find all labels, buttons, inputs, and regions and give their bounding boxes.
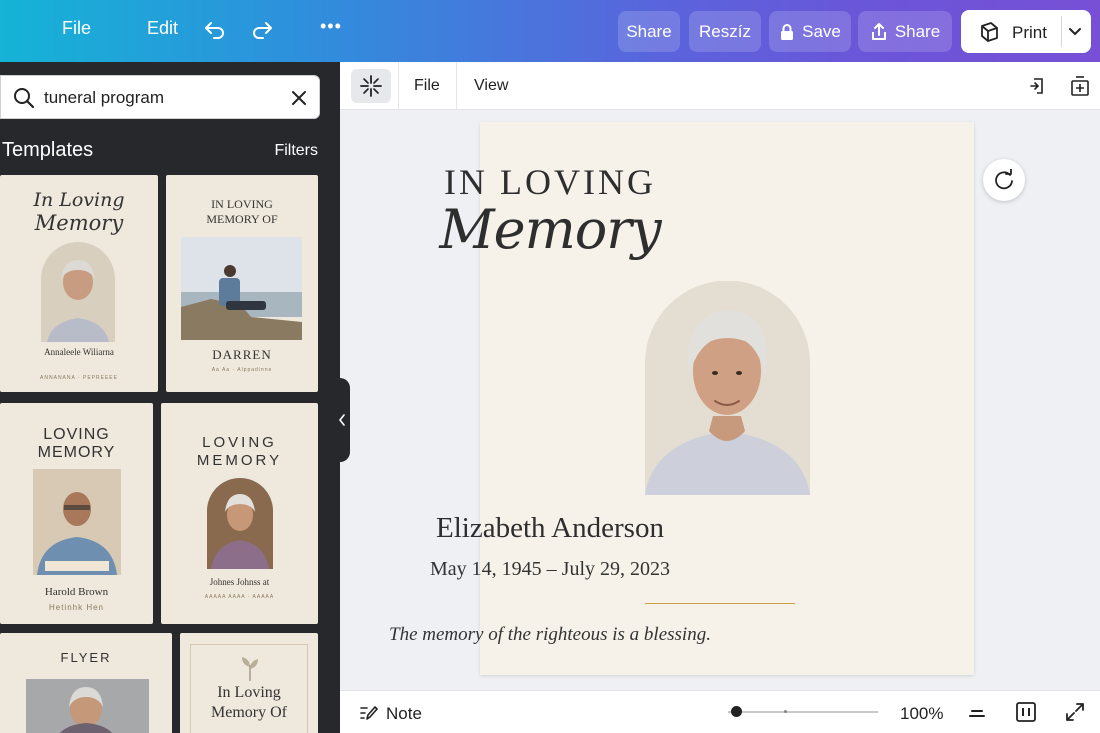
sparkle-icon xyxy=(360,75,382,97)
editor-toolbar: File View xyxy=(340,62,1100,110)
design-name[interactable]: Elizabeth Anderson xyxy=(0,512,1100,545)
template-name: Harold Brown xyxy=(44,586,109,598)
share-button-1-label: Share xyxy=(626,21,672,41)
template-name: Annaleele Wiliarna xyxy=(44,347,114,357)
position-icon[interactable] xyxy=(1028,76,1048,96)
resize-button-label: Reszíz xyxy=(699,21,751,41)
print-divider xyxy=(1061,16,1062,47)
template-subtext: Aa Aa · Alppadinne xyxy=(211,367,273,373)
more-options-button[interactable]: ••• xyxy=(320,16,342,37)
template-line2: Memory Of xyxy=(211,704,287,721)
template-subtext: ANNANANA · PEPREEEE xyxy=(40,375,118,381)
redo-icon[interactable] xyxy=(250,18,274,42)
chevron-left-icon xyxy=(338,414,345,426)
template-card[interactable]: FLYER xyxy=(0,633,172,733)
notes-button[interactable]: Note xyxy=(386,704,422,724)
toolbar-divider xyxy=(398,62,399,110)
add-page-icon[interactable] xyxy=(1069,75,1091,97)
file-menu-secondary[interactable]: File xyxy=(414,77,440,95)
portrait-photo[interactable] xyxy=(645,281,810,495)
portrait-photo xyxy=(26,679,149,733)
save-button[interactable]: Save xyxy=(769,11,851,52)
search-icon xyxy=(14,88,35,109)
fullscreen-icon[interactable] xyxy=(1064,701,1086,723)
toolbar-divider xyxy=(456,62,457,110)
save-button-label: Save xyxy=(802,21,841,41)
share-button-1[interactable]: Share xyxy=(618,11,680,52)
template-line1: LOVING xyxy=(43,426,110,443)
chevron-down-icon[interactable] xyxy=(1068,25,1082,39)
filters-button[interactable]: Filters xyxy=(274,142,318,160)
zoom-level[interactable]: 100% xyxy=(900,704,943,724)
note-pencil-icon xyxy=(360,706,378,720)
print-button-label: Print xyxy=(1012,23,1047,42)
share-button-2[interactable]: Share xyxy=(858,11,952,52)
templates-heading: Templates xyxy=(2,139,94,161)
zoom-slider-handle[interactable] xyxy=(730,706,742,717)
print-product-icon xyxy=(981,22,998,42)
bottom-bar: Note 100% xyxy=(340,690,1100,733)
template-subtext: Hetinhk Hen xyxy=(48,603,105,612)
lock-icon xyxy=(781,23,794,40)
design-dates[interactable]: May 14, 1945 – July 29, 2023 xyxy=(0,558,1100,581)
design-headline[interactable]: IN LOVING xyxy=(0,161,1100,203)
magic-tools-button[interactable] xyxy=(351,69,391,103)
search-box[interactable]: tuneral program xyxy=(0,75,320,119)
upload-icon xyxy=(871,22,886,40)
pages-icon[interactable] xyxy=(968,705,986,721)
clear-search-icon[interactable] xyxy=(290,89,308,107)
present-icon[interactable] xyxy=(1015,701,1037,723)
template-subtext: AAAAA AAAA · AAAAA xyxy=(204,594,275,600)
refresh-button[interactable] xyxy=(983,159,1025,201)
template-line2: MEMORY xyxy=(196,452,283,469)
design-verse[interactable]: The memory of the righteous is a blessin… xyxy=(0,624,1100,646)
collapse-panel-handle[interactable] xyxy=(334,378,350,462)
leaf-icon xyxy=(242,657,258,681)
design-script-title[interactable]: Memory xyxy=(0,198,1100,261)
zoom-slider[interactable] xyxy=(728,706,878,717)
share-button-2-label: Share xyxy=(894,21,941,41)
search-input[interactable]: tuneral program xyxy=(44,88,164,108)
print-button[interactable]: Print xyxy=(961,10,1091,53)
divider-line[interactable] xyxy=(645,603,795,604)
template-name: DARREN xyxy=(212,347,272,362)
template-line1: LOVING xyxy=(202,434,277,451)
edit-menu[interactable]: Edit xyxy=(147,18,178,39)
refresh-icon xyxy=(995,169,1013,190)
file-menu[interactable]: File xyxy=(62,18,91,39)
undo-icon[interactable] xyxy=(203,18,227,42)
view-menu[interactable]: View xyxy=(474,77,508,95)
template-card[interactable]: In Loving Memory Of xyxy=(180,633,318,733)
zoom-slider-tick xyxy=(784,710,787,713)
template-line1: FLYER xyxy=(60,650,112,665)
template-line2: MEMORY xyxy=(37,444,116,461)
template-line1: In Loving xyxy=(217,684,281,701)
top-bar: File Edit ••• Share Reszíz Save Share Pr… xyxy=(0,0,1100,62)
resize-button[interactable]: Reszíz xyxy=(689,11,761,52)
